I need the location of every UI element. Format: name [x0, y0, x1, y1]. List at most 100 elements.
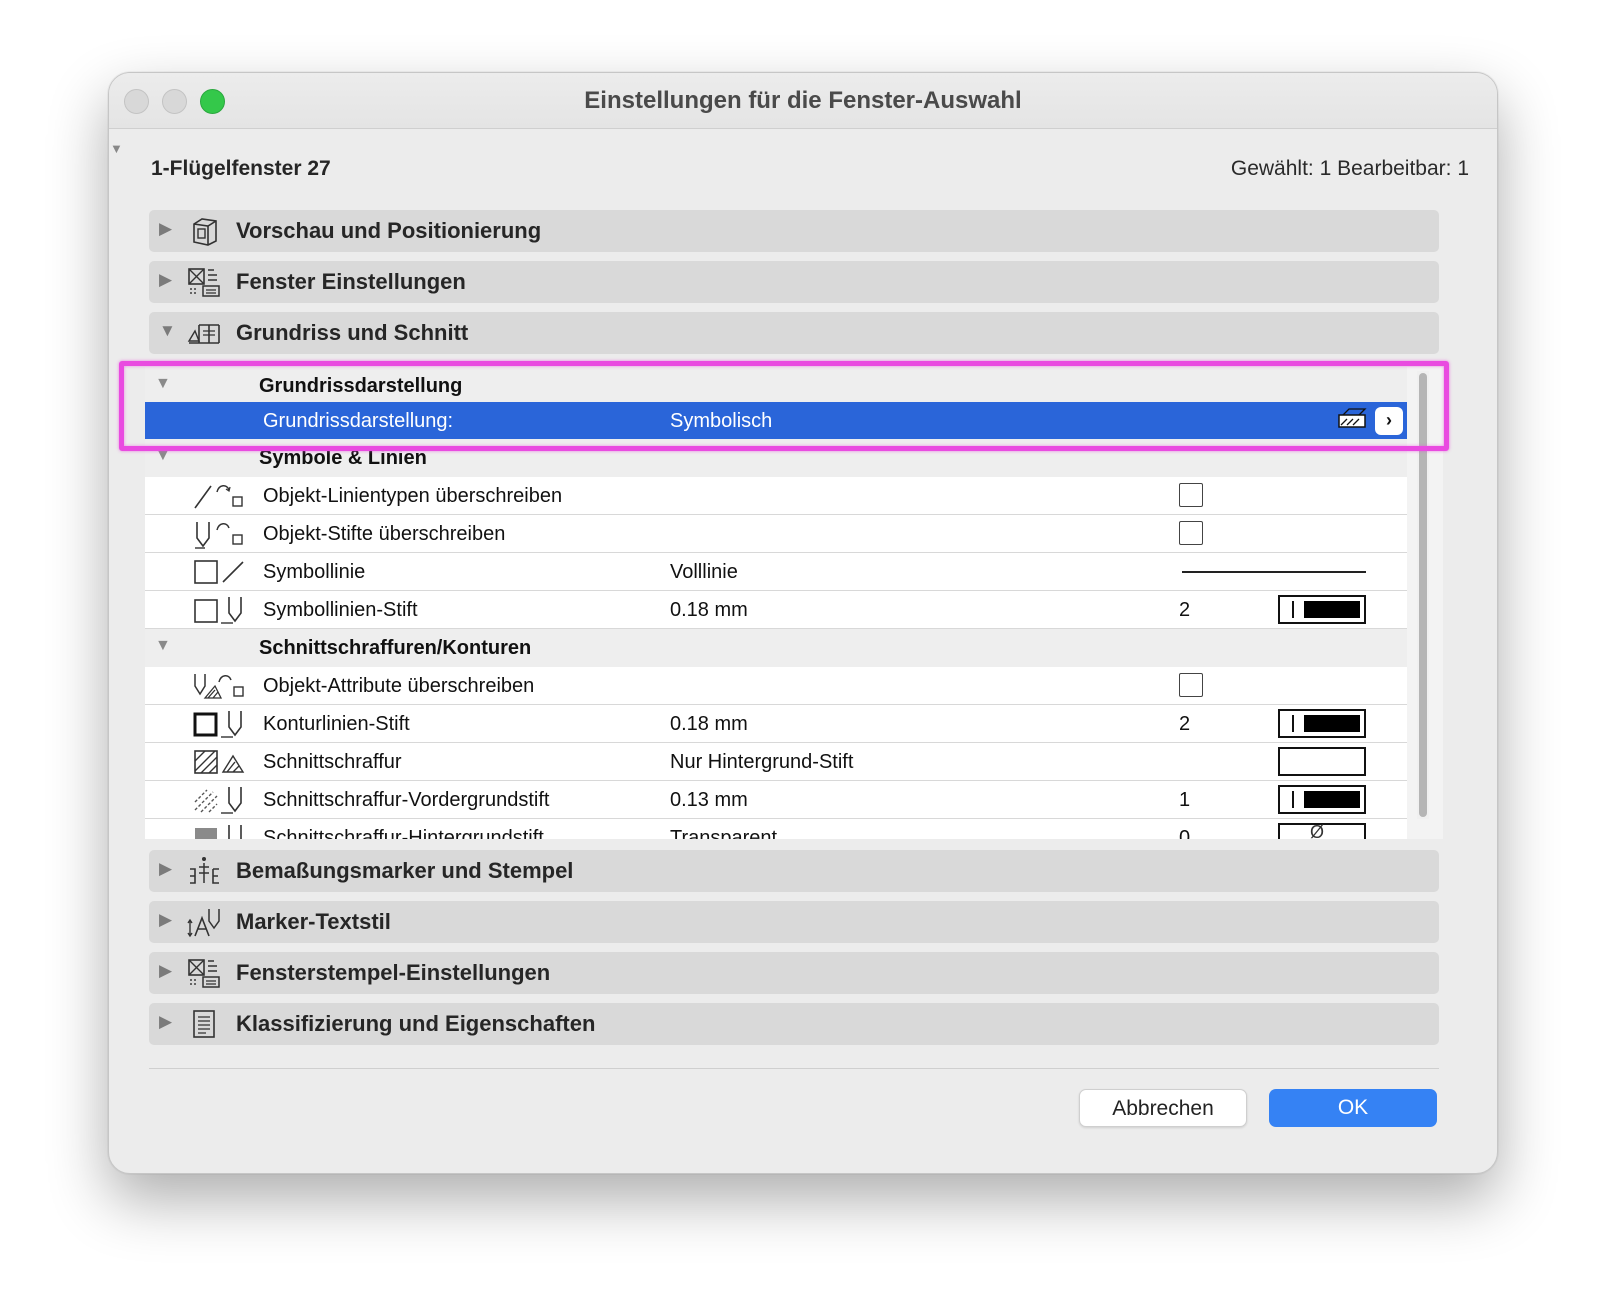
- row-value: 0.18 mm: [670, 599, 748, 621]
- section-label: Fenster Einstellungen: [236, 269, 466, 294]
- row-label: Schnittschraffur: [263, 751, 402, 773]
- pen-preview[interactable]: Ø: [1278, 822, 1366, 839]
- section-label: Grundriss und Schnitt: [236, 320, 469, 345]
- override-attributes-icon: [194, 674, 244, 699]
- row-label: Grundrissdarstellung:: [263, 410, 454, 432]
- preview-3d-icon: [193, 218, 217, 246]
- window-stamp-icon: [188, 959, 220, 988]
- section-window-stamp[interactable]: ▶ Fensterstempel-Einstellungen: [149, 952, 1439, 994]
- override-pens-row[interactable]: Objekt-Stifte überschreiben: [145, 515, 1407, 553]
- symbol-line-icon: [194, 560, 244, 584]
- expand-arrow-icon[interactable]: ▶: [159, 219, 172, 239]
- transparent-symbol: Ø: [1310, 822, 1325, 839]
- floorplan-section-icon: [187, 324, 220, 344]
- floorplan-display-value[interactable]: Symbolisch: [670, 410, 772, 433]
- pen-number[interactable]: 2: [1179, 713, 1190, 736]
- row-label: Schnittschraffur-Hintergrundstift: [263, 827, 544, 839]
- section-classification-properties[interactable]: ▶ Klassifizierung und Eigenschaften: [149, 1003, 1439, 1045]
- override-pens-icon: [195, 522, 243, 549]
- title-bar[interactable]: Einstellungen für die Fenster-Auswahl: [109, 73, 1497, 129]
- symbol-line-row[interactable]: Symbollinie Volllinie: [145, 553, 1407, 591]
- override-attributes-checkbox[interactable]: [1179, 673, 1203, 697]
- fill-preview[interactable]: [1278, 747, 1366, 776]
- override-attributes-row[interactable]: Objekt-Attribute überschreiben: [145, 667, 1407, 705]
- marker-text-style-icon: [187, 909, 220, 938]
- override-linetypes-checkbox[interactable]: [1179, 483, 1203, 507]
- settings-dialog: Einstellungen für die Fenster-Auswahl ▼ …: [108, 72, 1498, 1174]
- row-value: Transparent: [670, 827, 778, 839]
- row-value[interactable]: Volllinie: [670, 561, 738, 584]
- collapse-arrow-icon[interactable]: ▼: [159, 321, 176, 341]
- row-value: 0.13 mm: [670, 789, 748, 811]
- expand-arrow-icon[interactable]: ▶: [159, 910, 172, 930]
- row-value: 0.18 mm: [670, 713, 748, 735]
- footer-divider: [149, 1068, 1439, 1069]
- cancel-button[interactable]: Abbrechen: [1079, 1089, 1247, 1127]
- override-pens-checkbox[interactable]: [1179, 521, 1203, 545]
- window-settings-icon: [188, 268, 220, 297]
- row-label: Objekt-Linientypen überschreiben: [263, 485, 563, 507]
- symbol-line-pen-row[interactable]: Symbollinien-Stift 0.18 mm 2: [145, 591, 1407, 629]
- collapse-arrow-icon[interactable]: ▼: [155, 447, 171, 465]
- row-label: Objekt-Stifte überschreiben: [263, 523, 506, 545]
- section-preview-positioning[interactable]: ▶ Vorschau und Positionierung: [149, 210, 1439, 252]
- fill-foreground-pen-row[interactable]: Schnittschraffur-Vordergrundstift 0.13 m…: [145, 781, 1407, 819]
- floorplan-settings-panel: ▼ Grundrissdarstellung Grundrissdarstell…: [145, 367, 1443, 839]
- collapse-arrow-icon[interactable]: ▼: [155, 375, 171, 393]
- floorplan-display-icon: [1338, 408, 1367, 428]
- section-floorplan-section[interactable]: ▼ Grundriss und Schnitt: [149, 312, 1439, 354]
- row-label: Objekt-Attribute überschreiben: [263, 675, 535, 697]
- collapse-arrow-icon[interactable]: ▼: [155, 637, 171, 655]
- corner-arrow-icon[interactable]: ▼: [110, 141, 123, 156]
- override-linetypes-icon: [194, 485, 243, 509]
- section-label: Vorschau und Positionierung: [236, 218, 542, 243]
- contour-pen-icon: [193, 711, 242, 738]
- group-label: Schnittschraffuren/Konturen: [259, 637, 532, 659]
- pen-preview[interactable]: [1278, 595, 1366, 624]
- panel-scrollbar[interactable]: [1417, 371, 1429, 819]
- pen-preview[interactable]: [1278, 785, 1366, 814]
- section-dimension-markers[interactable]: ▶ Bemaßungsmarker und Stempel: [149, 850, 1439, 892]
- floorplan-display-row[interactable]: Grundrissdarstellung: Symbolisch ›: [145, 402, 1407, 440]
- expand-arrow-icon[interactable]: ▶: [159, 270, 172, 290]
- section-label: Bemaßungsmarker und Stempel: [236, 858, 574, 883]
- section-marker-text-style[interactable]: ▶ Marker-Textstil: [149, 901, 1439, 943]
- cut-fill-row[interactable]: Schnittschraffur Nur Hintergrund-Stift: [145, 743, 1407, 781]
- row-value[interactable]: Nur Hintergrund-Stift: [670, 751, 853, 774]
- pen-number[interactable]: 1: [1179, 789, 1190, 812]
- contour-pen-row[interactable]: Konturlinien-Stift 0.18 mm 2: [145, 705, 1407, 743]
- group-label: Symbole & Linien: [259, 447, 427, 469]
- group-cut-fills[interactable]: ▼ Schnittschraffuren/Konturen: [145, 629, 1407, 667]
- ok-button[interactable]: OK: [1269, 1089, 1437, 1127]
- group-label: Grundrissdarstellung: [259, 375, 463, 397]
- pen-preview[interactable]: [1278, 709, 1366, 738]
- row-label: Symbollinie: [263, 561, 366, 583]
- expand-arrow-icon[interactable]: ▶: [159, 1012, 172, 1032]
- section-window-settings[interactable]: ▶ Fenster Einstellungen: [149, 261, 1439, 303]
- row-label: Symbollinien-Stift: [263, 599, 418, 621]
- classification-icon: [193, 1010, 215, 1038]
- dimension-marker-icon: [190, 857, 219, 884]
- window-title: Einstellungen für die Fenster-Auswahl: [584, 87, 1022, 114]
- fill-foreground-pen-icon: [194, 787, 242, 814]
- line-type-preview[interactable]: [1182, 571, 1366, 573]
- expand-arrow-icon[interactable]: ▶: [159, 859, 172, 879]
- selection-info: Gewählt: 1 Bearbeitbar: 1: [1230, 157, 1469, 180]
- fill-background-pen-row[interactable]: Schnittschraffur-Hintergrundstift Transp…: [145, 819, 1407, 839]
- expand-arrow-icon[interactable]: ▶: [159, 961, 172, 981]
- fill-background-pen-icon: [195, 825, 242, 839]
- section-label: Klassifizierung und Eigenschaften: [236, 1011, 596, 1036]
- pen-number[interactable]: 0: [1179, 827, 1190, 839]
- override-linetypes-row[interactable]: Objekt-Linientypen überschreiben: [145, 477, 1407, 515]
- pen-number[interactable]: 2: [1179, 599, 1190, 622]
- group-floorplan-display[interactable]: ▼ Grundrissdarstellung: [145, 367, 1407, 405]
- object-name: 1-Flügelfenster 27: [151, 157, 331, 180]
- group-symbols-lines[interactable]: ▼ Symbole & Linien: [145, 439, 1407, 477]
- row-label: Schnittschraffur-Vordergrundstift: [263, 789, 550, 811]
- chevron-right-icon[interactable]: ›: [1375, 407, 1403, 435]
- cut-fill-icon: [194, 750, 245, 774]
- row-label: Konturlinien-Stift: [263, 713, 410, 735]
- section-label: Fensterstempel-Einstellungen: [236, 960, 551, 985]
- scrollbar-thumb[interactable]: [1419, 373, 1427, 817]
- section-label: Marker-Textstil: [236, 909, 391, 934]
